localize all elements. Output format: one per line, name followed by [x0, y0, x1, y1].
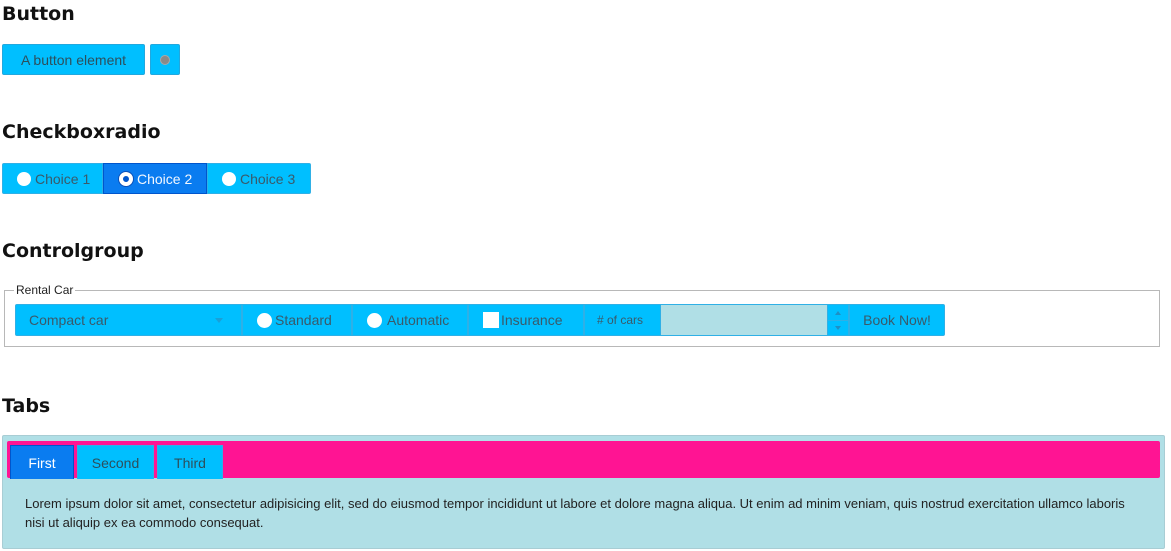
radio-selected-icon: [119, 171, 133, 186]
section-title-checkboxradio: Checkboxradio: [2, 121, 161, 143]
radio-choice-2[interactable]: Choice 2: [103, 163, 207, 194]
fieldset-legend: Rental Car: [16, 283, 74, 297]
radio-automatic[interactable]: Automatic: [352, 304, 468, 336]
book-now-label: Book Now!: [863, 312, 931, 328]
section-title-button: Button: [2, 3, 75, 25]
tab-second-label: Second: [91, 454, 140, 471]
caret-down-icon: [215, 317, 223, 323]
checkbox-insurance[interactable]: Insurance: [468, 304, 584, 336]
radio-circle-icon: [367, 312, 382, 328]
car-type-select-value: Compact car: [29, 312, 109, 328]
radio-choice-1[interactable]: Choice 1: [2, 163, 103, 194]
radio-choice-1-label: Choice 1: [35, 170, 91, 187]
radio-circle-icon: [17, 171, 31, 186]
spinner-label-text: # of cars: [597, 313, 644, 327]
radio-standard-label: Standard: [275, 312, 332, 328]
tab-first[interactable]: First: [10, 445, 74, 479]
radio-choice-2-label: Choice 2: [137, 170, 193, 187]
tab-first-label: First: [28, 454, 56, 471]
section-title-controlgroup: Controlgroup: [2, 240, 144, 262]
car-type-select[interactable]: Compact car: [15, 304, 242, 336]
caret-down-icon: [835, 326, 841, 330]
radio-choice-3-label: Choice 3: [240, 170, 296, 187]
radio-automatic-label: Automatic: [387, 312, 450, 328]
tabs-widget: First Second Third Lorem ipsum dolor sit…: [2, 435, 1165, 549]
tab-third[interactable]: Third: [157, 445, 223, 479]
book-now-button[interactable]: Book Now!: [849, 304, 945, 336]
spinner-label: # of cars: [584, 304, 661, 336]
checkbox-icon: [483, 312, 499, 328]
radio-circle-icon: [222, 171, 236, 186]
spinner-up-button[interactable]: [828, 305, 848, 321]
tab-third-label: Third: [174, 454, 206, 471]
section-title-tabs: Tabs: [2, 395, 51, 417]
checkbox-insurance-label: Insurance: [501, 312, 563, 328]
radio-choice-3[interactable]: Choice 3: [207, 163, 311, 194]
button-element-label: A button element: [20, 51, 127, 68]
tab-bar: First Second Third: [7, 441, 1160, 479]
button-element[interactable]: A button element: [2, 44, 145, 75]
spinner-down-button[interactable]: [828, 321, 848, 335]
spinner-buttons: [827, 304, 849, 336]
tab-second[interactable]: Second: [77, 445, 154, 479]
tab-panel-text: Lorem ipsum dolor sit amet, consectetur …: [25, 496, 1125, 530]
cars-spinner-input[interactable]: [661, 304, 827, 336]
radio-circle-icon: [257, 312, 272, 328]
gear-icon: [161, 55, 169, 64]
caret-up-icon: [835, 310, 841, 315]
icon-button[interactable]: [150, 44, 180, 75]
radio-standard[interactable]: Standard: [242, 304, 352, 336]
